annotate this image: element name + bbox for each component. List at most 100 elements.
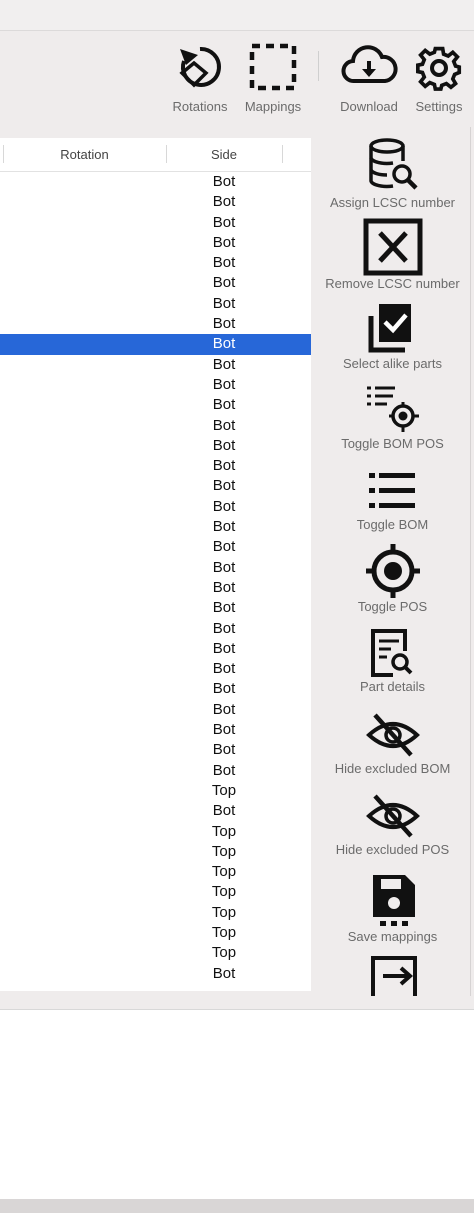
table-row[interactable]: Bot [0, 172, 311, 192]
table-row[interactable]: Top [0, 842, 311, 862]
table-row[interactable]: Top [0, 822, 311, 842]
table-row[interactable]: Bot [0, 801, 311, 821]
table-row[interactable]: Bot [0, 213, 311, 233]
table-row[interactable]: Bot [0, 578, 311, 598]
list-icon [368, 473, 415, 508]
save-mappings-label: Save mappings [347, 929, 438, 944]
side-cell: Bot [212, 660, 236, 678]
select-alike-button[interactable]: Select alike parts [311, 302, 474, 371]
table-row[interactable]: Top [0, 943, 311, 963]
toolbar: Rotations Mappings Download Settings [0, 31, 474, 119]
toggle-bom-button[interactable]: Toggle BOM [311, 465, 474, 532]
table-row[interactable]: Bot [0, 253, 311, 273]
toggle-bom-pos-label: Toggle BOM POS [341, 436, 444, 451]
table-row[interactable]: Bot [0, 395, 311, 415]
table-row[interactable]: Bot [0, 537, 311, 557]
side-cell: Top [211, 923, 237, 941]
remove-lcsc-button[interactable]: Remove LCSC number [311, 218, 474, 291]
side-cell: Bot [212, 457, 236, 475]
side-cell: Bot [212, 721, 236, 739]
side-cell: Top [211, 781, 237, 799]
table-row[interactable]: Top [0, 781, 311, 801]
table-row[interactable]: Bot [0, 964, 311, 984]
settings-label: Settings [415, 99, 463, 114]
table-row[interactable]: Bot [0, 334, 311, 355]
column-header-rotation[interactable]: Rotation [3, 138, 166, 171]
table-row[interactable]: Bot [0, 192, 311, 212]
table-row[interactable]: Bot [0, 456, 311, 476]
table-row[interactable]: Bot [0, 476, 311, 496]
table-body: Bot Bot Bot Bot Bot Bot Bot Bot Bot Bot Bot Bot Bot B… [0, 172, 311, 984]
table-row[interactable]: Bot [0, 416, 311, 436]
table-row[interactable]: Bot [0, 436, 311, 456]
document-search-icon [370, 629, 412, 677]
rotations-label: Rotations [172, 99, 228, 114]
table-row[interactable]: Bot [0, 497, 311, 517]
table-row[interactable]: Top [0, 862, 311, 882]
table-row[interactable]: Top [0, 903, 311, 923]
assign-lcsc-button[interactable]: Assign LCSC number [311, 137, 474, 210]
hide-excluded-pos-label: Hide excluded POS [335, 842, 450, 857]
toggle-bom-label: Toggle BOM [356, 517, 429, 532]
table-row[interactable]: Bot [0, 700, 311, 720]
side-cell: Bot [212, 599, 236, 617]
crosshair-icon [365, 544, 420, 598]
side-cell: Top [211, 822, 237, 840]
side-cell: Bot [212, 497, 236, 515]
table-row[interactable]: Bot [0, 273, 311, 293]
save-mappings-button[interactable]: Save mappings [311, 871, 474, 944]
toggle-pos-button[interactable]: Toggle POS [311, 543, 474, 614]
table-row[interactable]: Bot [0, 679, 311, 699]
table-row[interactable]: Bot [0, 720, 311, 740]
table-header: Rotation Side [0, 138, 311, 172]
table-row[interactable]: Bot [0, 558, 311, 578]
close-box-icon [363, 218, 422, 276]
side-cell: Bot [212, 193, 236, 211]
side-cell: Bot [212, 680, 236, 698]
hide-excluded-bom-button[interactable]: Hide excluded BOM [311, 711, 474, 776]
side-cell: Bot [212, 213, 236, 231]
side-cell: Bot [212, 254, 236, 272]
toggle-bom-pos-button[interactable]: Toggle BOM POS [311, 382, 474, 451]
table-row[interactable]: Bot [0, 517, 311, 537]
table-row[interactable]: Top [0, 882, 311, 902]
table-row[interactable]: Bot [0, 314, 311, 334]
table-row[interactable]: Bot [0, 294, 311, 314]
table-row[interactable]: Bot [0, 639, 311, 659]
side-cell: Top [211, 863, 237, 881]
side-cell: Bot [212, 355, 236, 373]
toggle-pos-label: Toggle POS [357, 599, 428, 614]
download-button[interactable]: Download [334, 41, 404, 114]
parts-table: Rotation Side Bot Bot Bot Bot Bot Bot Bot Bot Bo… [0, 138, 311, 991]
part-details-button[interactable]: Part details [311, 627, 474, 694]
table-row[interactable]: Bot [0, 375, 311, 395]
side-cell: Bot [212, 802, 236, 820]
table-row[interactable]: Bot [0, 740, 311, 760]
settings-button[interactable]: Settings [408, 41, 470, 114]
table-row[interactable]: Bot [0, 761, 311, 781]
table-row[interactable]: Bot [0, 619, 311, 639]
assign-lcsc-label: Assign LCSC number [330, 195, 455, 210]
table-row[interactable]: Top [0, 923, 311, 943]
table-row[interactable]: Bot [0, 233, 311, 253]
horizontal-scrollbar[interactable] [0, 1199, 474, 1213]
table-row[interactable]: Bot [0, 598, 311, 618]
side-cell: Bot [212, 741, 236, 759]
side-cell: Bot [212, 477, 236, 495]
hide-excluded-pos-button[interactable]: Hide excluded POS [311, 792, 474, 857]
table-row[interactable]: Bot [0, 355, 311, 375]
export-button[interactable] [311, 952, 474, 996]
rotations-button[interactable]: Rotations [168, 41, 232, 114]
side-cell: Bot [212, 558, 236, 576]
side-cell: Bot [212, 315, 236, 333]
mappings-label: Mappings [244, 99, 302, 114]
database-search-icon [368, 138, 418, 190]
toolbar-separator [318, 51, 319, 81]
mappings-button[interactable]: Mappings [240, 41, 306, 114]
side-cell: Bot [212, 375, 236, 393]
side-cell: Bot [212, 335, 236, 353]
side-cell: Bot [212, 578, 236, 596]
table-row[interactable]: Bot [0, 659, 311, 679]
panel-divider [470, 127, 471, 996]
column-header-side[interactable]: Side [166, 138, 282, 171]
